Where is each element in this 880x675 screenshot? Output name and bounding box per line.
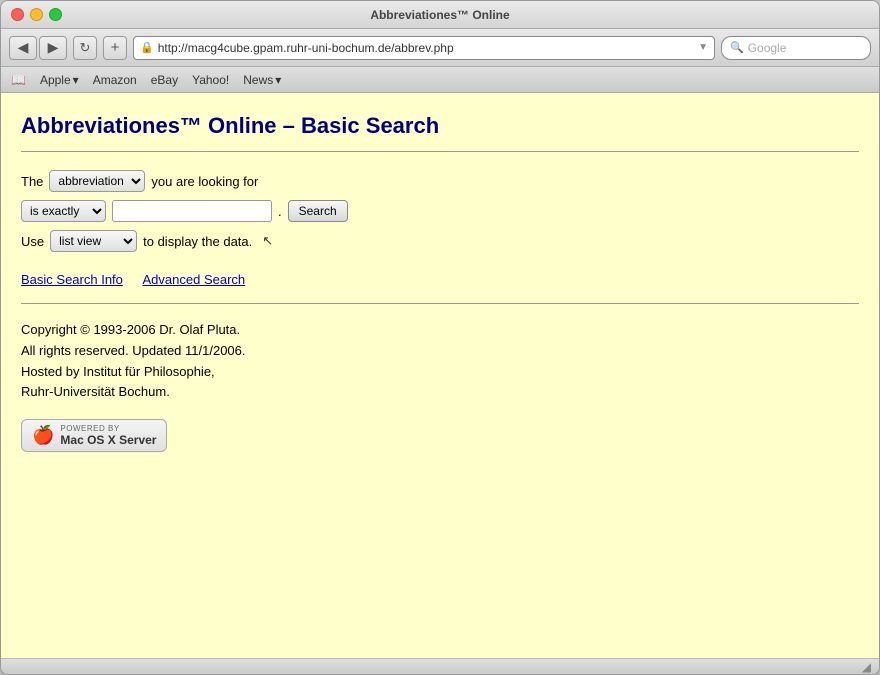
search-input[interactable]: Google — [748, 41, 787, 55]
powered-by-label: POWERED BY — [60, 424, 156, 433]
copyright-line4: Ruhr-Universität Bochum. — [21, 382, 859, 403]
address-security-icon: 🔒 — [140, 41, 154, 54]
resize-handle: ◢ — [862, 660, 871, 674]
page-content: Abbreviationes™ Online – Basic Search Th… — [1, 93, 879, 658]
close-button[interactable] — [11, 8, 24, 21]
page-title: Abbreviationes™ Online – Basic Search — [21, 113, 859, 139]
bookmarks-open-icon[interactable]: 📖 — [11, 73, 26, 87]
add-tab-button[interactable]: + — [103, 36, 127, 60]
links-section: Basic Search Info Advanced Search — [21, 272, 859, 287]
bookmarks-bar: 📖 Apple ▾ Amazon eBay Yahoo! News ▾ — [1, 67, 879, 93]
search-bar[interactable]: 🔍 Google — [721, 36, 871, 60]
use-label: Use — [21, 234, 44, 249]
forward-button[interactable]: ▶ — [39, 36, 67, 60]
advanced-search-link[interactable]: Advanced Search — [143, 272, 246, 287]
window-title: Abbreviationes™ Online — [370, 8, 509, 22]
search-section: The abbreviation expansion you are looki… — [21, 170, 859, 252]
cursor-indicator: ↖ — [262, 233, 273, 249]
maximize-button[interactable] — [49, 8, 62, 21]
suffix-label: you are looking for — [151, 174, 258, 189]
top-divider — [21, 151, 859, 152]
back-button[interactable]: ◀ — [9, 36, 37, 60]
match-type-dropdown[interactable]: is exactly starts with contains — [21, 200, 106, 222]
address-text: http://macg4cube.gpam.ruhr-uni-bochum.de… — [158, 41, 694, 55]
bookmark-ebay[interactable]: eBay — [151, 73, 178, 87]
dot-label: . — [278, 204, 282, 219]
copyright-line1: Copyright © 1993-2006 Dr. Olaf Pluta. — [21, 320, 859, 341]
powered-by-name: Mac OS X Server — [60, 433, 156, 447]
browser-window: Abbreviationes™ Online ◀ ▶ ↻ + 🔒 http://… — [0, 0, 880, 675]
search-row-1: The abbreviation expansion you are looki… — [21, 170, 859, 192]
bookmark-news[interactable]: News ▾ — [243, 73, 281, 87]
search-magnifier-icon: 🔍 — [730, 41, 744, 54]
display-suffix-label: to display the data. — [143, 234, 252, 249]
nav-buttons: ◀ ▶ — [9, 36, 67, 60]
powered-by-text-group: POWERED BY Mac OS X Server — [60, 424, 156, 447]
prefix-label: The — [21, 174, 43, 189]
copyright-section: Copyright © 1993-2006 Dr. Olaf Pluta. Al… — [21, 320, 859, 403]
window-controls — [11, 8, 62, 21]
copyright-line2: All rights reserved. Updated 11/1/2006. — [21, 341, 859, 362]
search-row-3: Use list view detail view to display the… — [21, 230, 859, 252]
copyright-line3: Hosted by Institut für Philosophie, — [21, 362, 859, 383]
toolbar: ◀ ▶ ↻ + 🔒 http://macg4cube.gpam.ruhr-uni… — [1, 29, 879, 67]
bookmark-yahoo[interactable]: Yahoo! — [192, 73, 229, 87]
apple-logo-icon: 🍎 — [32, 425, 54, 446]
bookmark-apple[interactable]: Apple ▾ — [40, 73, 79, 87]
bookmark-amazon[interactable]: Amazon — [93, 73, 137, 87]
address-dropdown-icon: ▼ — [698, 42, 708, 53]
title-bar: Abbreviationes™ Online — [1, 1, 879, 29]
abbreviation-dropdown[interactable]: abbreviation expansion — [49, 170, 145, 192]
search-input-field[interactable] — [112, 200, 272, 222]
address-bar[interactable]: 🔒 http://macg4cube.gpam.ruhr-uni-bochum.… — [133, 36, 715, 60]
view-type-dropdown[interactable]: list view detail view — [50, 230, 137, 252]
search-button[interactable]: Search — [288, 200, 348, 222]
minimize-button[interactable] — [30, 8, 43, 21]
powered-by-badge[interactable]: 🍎 POWERED BY Mac OS X Server — [21, 419, 167, 452]
bottom-divider — [21, 303, 859, 304]
status-bar: ◢ — [1, 658, 879, 674]
refresh-button[interactable]: ↻ — [73, 36, 97, 60]
basic-search-info-link[interactable]: Basic Search Info — [21, 272, 123, 287]
search-row-2: is exactly starts with contains . Search — [21, 200, 859, 222]
